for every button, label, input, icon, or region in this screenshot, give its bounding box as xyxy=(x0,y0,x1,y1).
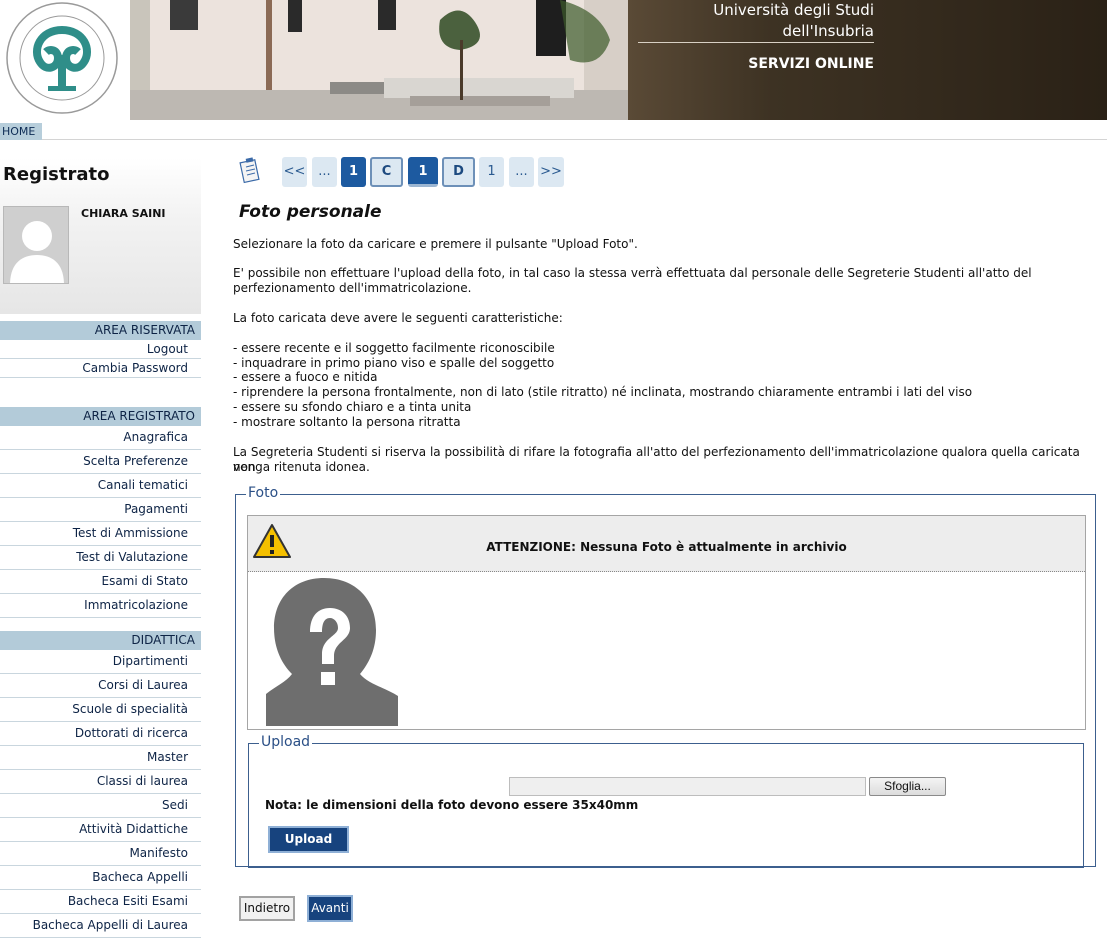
sidebar-title: Registrato xyxy=(3,164,110,185)
user-box: Registrato CHIARA SAINI xyxy=(0,158,201,314)
requirements-title: La foto caricata deve avere le seguenti … xyxy=(233,311,563,325)
pager-page-button[interactable]: 1 xyxy=(479,157,504,187)
site-header: Università degli Studi dell'Insubria SER… xyxy=(0,0,1107,120)
user-silhouette-icon xyxy=(4,207,68,283)
sidebar-item-classi-di-laurea[interactable]: Classi di laurea xyxy=(0,770,201,794)
sidebar-item-master[interactable]: Master xyxy=(0,746,201,770)
header-divider xyxy=(638,42,874,43)
sidebar-item-corsi-di-laurea[interactable]: Corsi di Laurea xyxy=(0,674,201,698)
top-nav: HOME xyxy=(0,120,1107,141)
sidebar-item-scuole-specialita[interactable]: Scuole di specialità xyxy=(0,698,201,722)
warning-bar: ATTENZIONE: Nessuna Foto è attualmente i… xyxy=(248,516,1085,572)
sidebar-item-bacheca-appelli[interactable]: Bacheca Appelli xyxy=(0,866,201,890)
logo-seal-icon xyxy=(0,0,130,120)
step-pager: << ... 1 C 1 D 1 ... >> xyxy=(238,155,638,189)
foto-fieldset: Foto ATTENZIONE: Nessuna Foto è attualme… xyxy=(235,485,1096,869)
file-path-input[interactable] xyxy=(509,777,866,796)
user-name: CHIARA SAINI xyxy=(81,207,166,220)
optional-text-line1: E' possibile non effettuare l'upload del… xyxy=(233,266,1032,280)
services-label: SERVIZI ONLINE xyxy=(748,56,874,72)
warning-message: ATTENZIONE: Nessuna Foto è attualmente i… xyxy=(486,540,847,554)
university-name-line2: dell'Insubria xyxy=(782,22,874,40)
pager-page-button[interactable]: 1 xyxy=(341,157,366,187)
disclaimer-line2: venga ritenuta idonea. xyxy=(233,460,370,474)
pager-step-c[interactable]: C xyxy=(370,157,403,187)
campus-photo xyxy=(130,0,628,120)
requirement-item: - essere su sfondo chiaro e a tinta unit… xyxy=(233,400,472,414)
optional-text-line2: perfezionamento dell'immatricolazione. xyxy=(233,281,472,295)
pager-last-button[interactable]: >> xyxy=(538,157,564,187)
requirement-item: - essere recente e il soggetto facilment… xyxy=(233,341,555,355)
sidebar-item-test-ammissione[interactable]: Test di Ammissione xyxy=(0,522,201,546)
sidebar-item-pagamenti[interactable]: Pagamenti xyxy=(0,498,201,522)
nav-divider xyxy=(42,139,1107,140)
unknown-person-icon xyxy=(266,576,398,726)
pager-first-button[interactable]: << xyxy=(282,157,307,187)
university-name-line1: Università degli Studi xyxy=(713,1,874,19)
sidebar: Registrato CHIARA SAINI AREA RISERVATA L… xyxy=(0,158,201,938)
sidebar-item-change-password[interactable]: Cambia Password xyxy=(0,359,201,378)
sidebar-item-test-valutazione[interactable]: Test di Valutazione xyxy=(0,546,201,570)
clipboard-icon xyxy=(239,157,260,184)
campus-illustration xyxy=(130,0,628,120)
sidebar-item-canali-tematici[interactable]: Canali tematici xyxy=(0,474,201,498)
pager-ellipsis-right: ... xyxy=(509,157,534,187)
sidebar-item-anagrafica[interactable]: Anagrafica xyxy=(0,426,201,450)
requirement-item: - inquadrare in primo piano viso e spall… xyxy=(233,356,555,370)
sidebar-item-immatricolazione[interactable]: Immatricolazione xyxy=(0,594,201,618)
upload-legend: Upload xyxy=(259,734,313,750)
sidebar-item-attivita-didattiche[interactable]: Attività Didattiche xyxy=(0,818,201,842)
university-logo[interactable] xyxy=(0,0,130,120)
section-area-registrato: AREA REGISTRATO Anagrafica Scelta Prefer… xyxy=(0,407,201,618)
sidebar-item-dipartimenti[interactable]: Dipartimenti xyxy=(0,650,201,674)
page-title: Foto personale xyxy=(239,202,382,222)
requirement-item: - riprendere la persona frontalmente, no… xyxy=(233,385,973,399)
section-didattica: DIDATTICA Dipartimenti Corsi di Laurea S… xyxy=(0,631,201,938)
intro-text: Selezionare la foto da caricare e premer… xyxy=(233,237,638,251)
sidebar-item-scelta-preferenze[interactable]: Scelta Preferenze xyxy=(0,450,201,474)
upload-size-note: Nota: le dimensioni della foto devono es… xyxy=(265,798,639,812)
pager-ellipsis-left: ... xyxy=(312,157,337,187)
foto-legend: Foto xyxy=(246,485,281,501)
pager-step-d[interactable]: D xyxy=(442,157,475,187)
requirement-item: - mostrare soltanto la persona ritratta xyxy=(233,415,461,429)
section-heading: AREA REGISTRATO xyxy=(0,407,201,426)
upload-photo-button[interactable]: Upload Foto xyxy=(268,826,349,869)
home-link[interactable]: HOME xyxy=(0,123,42,140)
section-area-riservata: AREA RISERVATA Logout Cambia Password xyxy=(0,321,201,378)
photo-status-box: ATTENZIONE: Nessuna Foto è attualmente i… xyxy=(247,515,1086,730)
sidebar-item-bacheca-appelli-laurea[interactable]: Bacheca Appelli di Laurea xyxy=(0,914,201,938)
sidebar-item-manifesto[interactable]: Manifesto xyxy=(0,842,201,866)
sidebar-item-esami-di-stato[interactable]: Esami di Stato xyxy=(0,570,201,594)
sidebar-item-bacheca-esiti-esami[interactable]: Bacheca Esiti Esami xyxy=(0,890,201,914)
avatar xyxy=(3,206,69,284)
sidebar-item-logout[interactable]: Logout xyxy=(0,340,201,359)
browse-button[interactable]: Sfoglia... xyxy=(869,777,946,796)
upload-fieldset: Upload Sfoglia... Nota: le dimensioni de… xyxy=(248,734,1084,869)
sidebar-item-sedi[interactable]: Sedi xyxy=(0,794,201,818)
pager-current-step: 1 xyxy=(408,157,438,187)
back-button[interactable]: Indietro xyxy=(239,896,295,921)
next-button[interactable]: Avanti xyxy=(307,895,353,922)
requirement-item: - essere a fuoco e nitida xyxy=(233,370,378,384)
sidebar-item-dottorati[interactable]: Dottorati di ricerca xyxy=(0,722,201,746)
section-heading: DIDATTICA xyxy=(0,631,201,650)
section-heading: AREA RISERVATA xyxy=(0,321,201,340)
